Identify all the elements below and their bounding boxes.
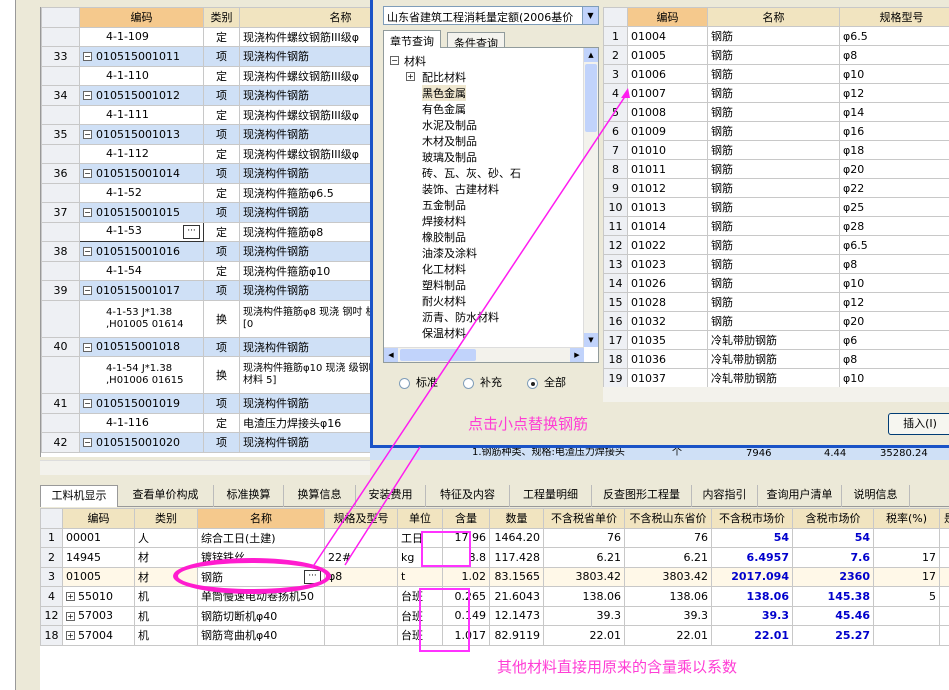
annotation-arrows bbox=[311, 88, 630, 569]
annotation-click-dot: 点击小点替换钢筋 bbox=[468, 415, 589, 433]
arrow-line-secondary bbox=[344, 446, 421, 566]
arrow-head-icon bbox=[621, 88, 630, 98]
annotation-other-materials: 其他材料直接用原来的含量乘以系数 bbox=[497, 658, 738, 676]
arrow-line-to-material bbox=[311, 91, 629, 569]
tab-chapter-query[interactable]: 章节查询 bbox=[383, 30, 441, 48]
